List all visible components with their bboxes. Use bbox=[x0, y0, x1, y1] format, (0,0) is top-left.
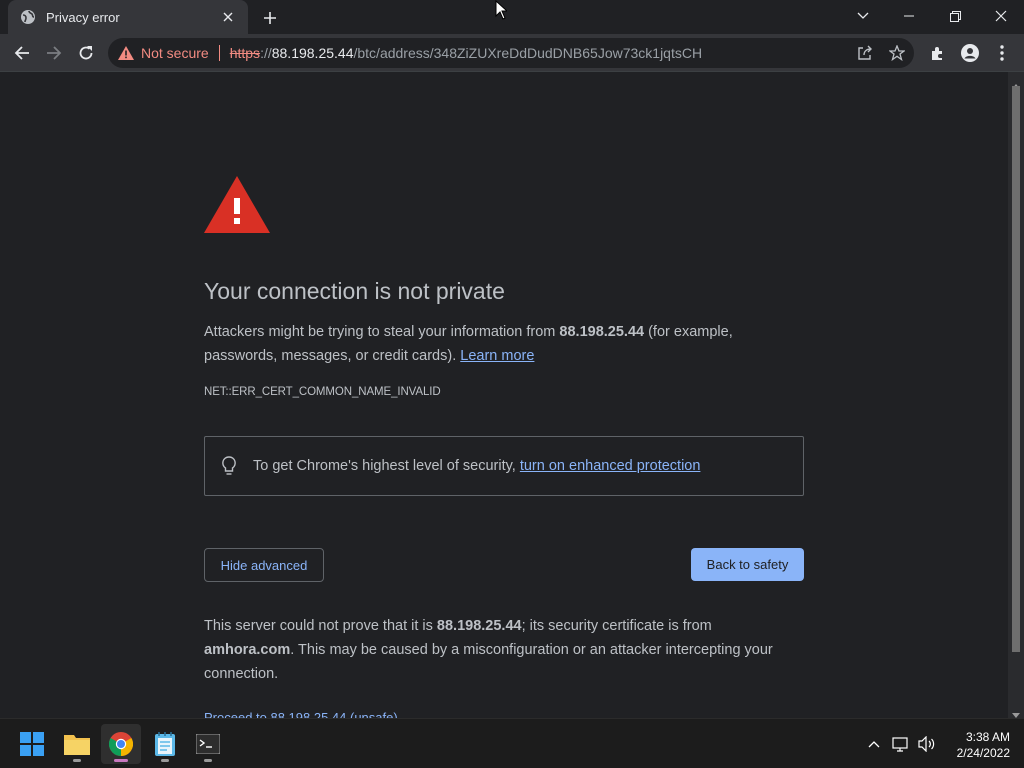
lightbulb-icon bbox=[221, 456, 237, 476]
enhanced-protection-box: To get Chrome's highest level of securit… bbox=[204, 436, 804, 496]
volume-icon[interactable] bbox=[917, 734, 937, 754]
tab-close-icon[interactable] bbox=[220, 9, 236, 25]
bookmark-star-icon[interactable] bbox=[888, 44, 906, 62]
browser-toolbar: Not secure https://88.198.25.44/btc/addr… bbox=[0, 34, 1024, 72]
para2-host: 88.198.25.44 bbox=[436, 618, 522, 634]
para1-host: 88.198.25.44 bbox=[559, 324, 645, 340]
terminal-icon[interactable] bbox=[188, 724, 228, 764]
title-bar: Privacy error bbox=[0, 0, 1024, 34]
profile-avatar-icon[interactable] bbox=[956, 39, 984, 67]
enhanced-protection-link[interactable]: turn on enhanced protection bbox=[520, 458, 701, 474]
chevron-up-icon[interactable] bbox=[864, 734, 884, 754]
file-explorer-icon[interactable] bbox=[57, 724, 97, 764]
proceed-unsafe-link[interactable]: Proceed to 88.198.25.44 (unsafe) bbox=[204, 710, 398, 718]
url-path: /btc/address/348ZiZUXreDdDudDNB65Jow73ck… bbox=[353, 45, 703, 61]
tab-privacy-error[interactable]: Privacy error bbox=[8, 0, 248, 34]
file-explorer-indicator bbox=[73, 759, 81, 762]
para2-text-1: This server could not prove that it is bbox=[204, 618, 437, 634]
restore-button[interactable] bbox=[932, 0, 978, 32]
url-host: 88.198.25.44 bbox=[271, 45, 354, 61]
extensions-icon[interactable] bbox=[924, 39, 952, 67]
start-button[interactable] bbox=[12, 724, 52, 764]
learn-more-link[interactable]: Learn more bbox=[460, 348, 534, 364]
para2-text-2: ; its security certificate is from bbox=[521, 618, 712, 634]
warning-triangle-icon[interactable] bbox=[118, 46, 134, 60]
vertical-scrollbar[interactable] bbox=[1008, 72, 1024, 718]
page-title: Your connection is not private bbox=[204, 278, 505, 304]
system-clock[interactable]: 3:38 AM 2/24/2022 bbox=[940, 729, 1010, 761]
close-window-button[interactable] bbox=[978, 0, 1024, 32]
url-scheme: https bbox=[229, 45, 261, 61]
scroll-down-arrow-icon[interactable] bbox=[1012, 706, 1020, 718]
new-tab-button[interactable] bbox=[258, 6, 282, 30]
taskbar: 3:38 AM 2/24/2022 bbox=[0, 718, 1024, 768]
warning-triangle-icon bbox=[204, 176, 270, 236]
notepad-indicator bbox=[161, 759, 169, 762]
chrome-icon[interactable] bbox=[101, 724, 141, 764]
globe-icon bbox=[20, 9, 36, 25]
omnibox-divider bbox=[218, 45, 220, 61]
enhanced-protection-text: To get Chrome's highest level of securit… bbox=[253, 458, 700, 474]
para2-issuer: amhora.com bbox=[204, 642, 291, 658]
page-viewport: Your connection is not private Attackers… bbox=[0, 72, 1008, 718]
reload-button[interactable] bbox=[72, 39, 100, 67]
forward-button[interactable] bbox=[40, 39, 68, 67]
error-code: NET::ERR_CERT_COMMON_NAME_INVALID bbox=[204, 386, 441, 398]
explanation-paragraph: Attackers might be trying to steal your … bbox=[204, 320, 804, 368]
menu-kebab-icon[interactable] bbox=[988, 39, 1016, 67]
para1-text-before: Attackers might be trying to steal your … bbox=[204, 324, 560, 340]
hide-advanced-button[interactable]: Hide advanced bbox=[204, 548, 324, 582]
mouse-cursor-icon bbox=[495, 0, 509, 20]
enhanced-protection-lead: To get Chrome's highest level of securit… bbox=[253, 458, 520, 474]
para2-text-3: . This may be caused by a misconfigurati… bbox=[204, 642, 773, 682]
advanced-details-paragraph: This server could not prove that it is 8… bbox=[204, 614, 804, 686]
clock-time: 3:38 AM bbox=[965, 730, 1010, 744]
clock-date: 2/24/2022 bbox=[956, 746, 1010, 760]
minimize-button[interactable] bbox=[886, 0, 932, 32]
scrollbar-thumb[interactable] bbox=[1012, 86, 1020, 652]
notepad-icon[interactable] bbox=[145, 724, 185, 764]
address-bar[interactable]: Not secure https://88.198.25.44/btc/addr… bbox=[108, 38, 914, 68]
chrome-active-indicator bbox=[114, 759, 128, 762]
tab-title: Privacy error bbox=[46, 9, 120, 25]
tab-search-button[interactable] bbox=[840, 0, 886, 32]
not-secure-label[interactable]: Not secure bbox=[141, 45, 209, 61]
scroll-up-arrow-icon[interactable] bbox=[1012, 76, 1020, 89]
network-icon[interactable] bbox=[891, 734, 911, 754]
back-to-safety-button[interactable]: Back to safety bbox=[691, 548, 804, 581]
url-scheme-separator: :// bbox=[260, 45, 272, 61]
back-button[interactable] bbox=[8, 39, 36, 67]
terminal-indicator bbox=[204, 759, 212, 762]
share-icon[interactable] bbox=[856, 44, 874, 62]
